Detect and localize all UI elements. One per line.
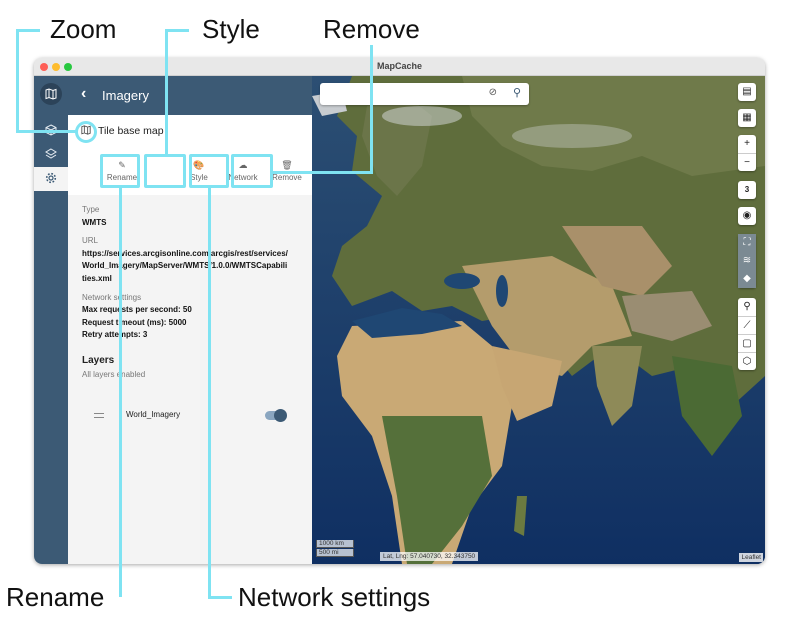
map-scale: 1000 km 500 mi (316, 540, 354, 558)
network-connector (208, 187, 211, 597)
zoom-in-button[interactable]: + (738, 135, 756, 153)
window-title: MapCache (376, 61, 422, 71)
style-connector (165, 29, 168, 155)
nav-rail (34, 76, 68, 564)
polygon-icon[interactable]: ⬡ (738, 352, 756, 370)
marker-icon[interactable]: ⚲ (738, 298, 756, 316)
url-value-line3: ties.xml (82, 273, 112, 283)
zoom-out-button[interactable]: − (738, 153, 756, 171)
remove-highlight (231, 154, 273, 188)
source-details: Type WMTS URL https://services.arcgisonl… (82, 204, 304, 342)
layers-heading: Layers (82, 355, 115, 366)
remove-label: Remove (272, 173, 302, 182)
timeout-value: Request timeout (ms): 5000 (82, 317, 187, 327)
layers-icon (45, 147, 57, 163)
url-value-line1: https://services.arcgisonline.com/arcgis… (82, 248, 288, 258)
scale-km: 1000 km (316, 540, 354, 548)
grid-control[interactable]: ▦ (738, 109, 756, 127)
callout-rename: Rename (6, 582, 105, 612)
rail-item-layers[interactable] (34, 143, 68, 167)
remove-connector-horizontal (272, 171, 373, 174)
line-icon[interactable]: ⟋ (738, 316, 756, 334)
zoom-connector-top (16, 29, 40, 32)
layers-off-icon[interactable]: ≋ (738, 252, 756, 270)
coordinates-readout: Lat, Lng: 57.040730, 32.343750 (380, 552, 479, 561)
chevron-left-icon[interactable]: ‹ (81, 85, 86, 103)
panel-title: Imagery (102, 88, 149, 103)
zoom-highlight (75, 121, 97, 143)
layers-order-icon[interactable]: ◆ (738, 270, 756, 288)
map-off-icon[interactable]: ⊘ (489, 87, 497, 98)
app-window: MapCache ‹ Imagery Tile base map ✎ Renam… (34, 58, 765, 564)
layer-row: World_Imagery (82, 408, 298, 424)
grid-icon[interactable]: ▦ (738, 109, 756, 127)
source-name: Tile base map (98, 125, 164, 137)
search-icon[interactable]: ⚲ (513, 86, 521, 99)
source-panel: ‹ Imagery Tile base map ✎ Rename 🎨 Style… (68, 76, 312, 564)
layers-subtitle: All layers enabled (82, 370, 146, 379)
panel-header: ‹ Imagery (68, 76, 312, 115)
network-settings-label: Network settings (82, 292, 142, 302)
layer-enabled-toggle[interactable] (265, 409, 287, 422)
url-value-line2: World_Imagery/MapServer/WMTS/1.0.0/WMTSC… (82, 261, 288, 271)
zoom-control: + − (738, 135, 756, 171)
map-search-bar[interactable]: ⊘ ⚲ (320, 83, 529, 105)
zoom-connector-bottom (16, 130, 76, 133)
drag-handle-icon[interactable] (94, 413, 104, 418)
layer-name: World_Imagery (126, 410, 181, 419)
camera-icon[interactable]: ◉ (738, 207, 756, 225)
callout-remove: Remove (323, 14, 420, 44)
fit-bounds-icon[interactable]: ⛶ (738, 234, 756, 252)
network-highlight (189, 154, 229, 188)
url-label: URL (82, 236, 99, 246)
layer-tools-control: ⛶ ≋ ◆ (738, 234, 756, 288)
rename-highlight (100, 154, 140, 188)
zoom-level: 3 (744, 185, 750, 194)
network-connector-bottom (208, 596, 232, 599)
retry-value: Retry attempts: 3 (82, 330, 148, 340)
rectangle-icon[interactable]: ▢ (738, 334, 756, 352)
style-connector-top (165, 29, 189, 32)
rail-item-settings[interactable] (34, 167, 68, 191)
max-requests-value: Max requests per second: 50 (82, 305, 192, 315)
scale-mi: 500 mi (316, 549, 354, 557)
callout-zoom: Zoom (50, 14, 117, 44)
map-attribution[interactable]: Leaflet (739, 553, 763, 562)
satellite-imagery (312, 76, 765, 564)
zoom-level-indicator: 3 (738, 181, 756, 199)
screenshot-control[interactable]: ◉ (738, 207, 756, 225)
rename-connector (119, 187, 122, 597)
gear-icon (45, 172, 57, 187)
callout-style: Style (202, 14, 260, 44)
type-label: Type (82, 205, 100, 214)
trash-icon: 🗑 (281, 160, 293, 170)
map-view[interactable]: ⊘ ⚲ ▤ ▦ + − 3 ◉ ⛶ ≋ ◆ ⚲ ⟋ ▢ ⬡ 1000 km 50… (312, 76, 765, 564)
basemap-control[interactable]: ▤ (738, 83, 756, 101)
annotated-screenshot: Zoom Style Remove Rename Network setting… (0, 0, 800, 622)
zoom-connector (16, 29, 19, 132)
type-value: WMTS (82, 217, 107, 227)
callout-network-settings: Network settings (238, 582, 431, 612)
style-highlight (144, 154, 186, 188)
map-icon[interactable]: ▤ (738, 83, 756, 101)
map-logo-icon[interactable] (40, 83, 62, 105)
title-bar: MapCache (34, 58, 765, 76)
remove-connector (370, 45, 373, 173)
draw-tools-control: ⚲ ⟋ ▢ ⬡ (738, 298, 756, 370)
